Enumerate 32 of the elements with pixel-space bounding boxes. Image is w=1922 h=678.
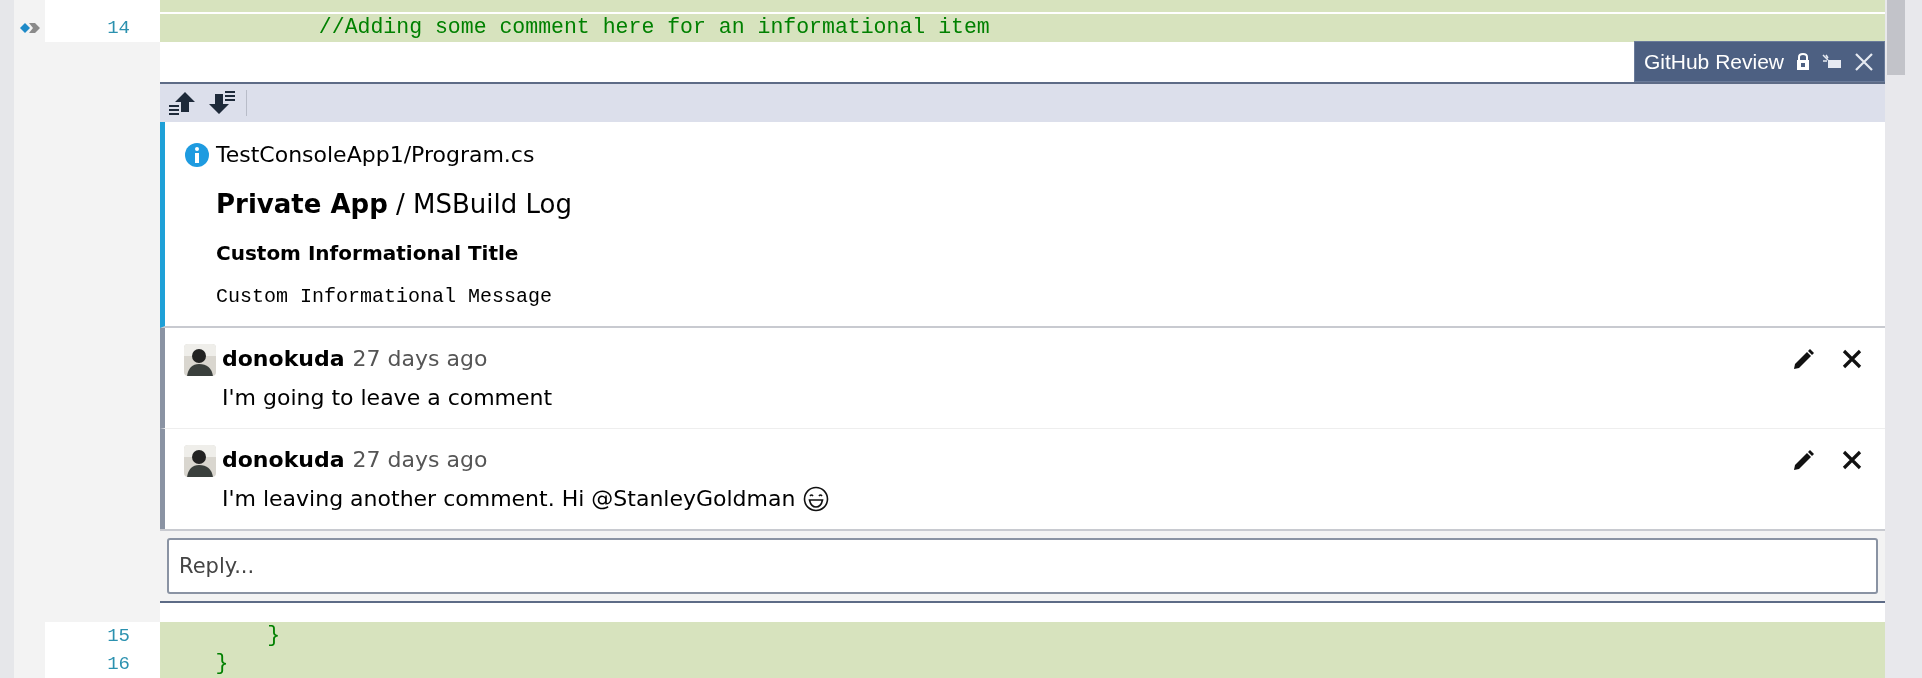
comment-text: I'm leaving another comment. Hi @StanleyGoldman [222, 485, 796, 513]
panel-tab[interactable]: GitHub Review [1633, 41, 1885, 82]
arrow-up-lines-icon [168, 90, 196, 116]
avatar [184, 445, 216, 477]
code-line: //Adding some comment here for an informational item [317, 17, 990, 39]
code-line: } [214, 653, 229, 675]
close-icon[interactable] [1854, 51, 1874, 72]
comment-author: donokuda [222, 345, 345, 373]
arrow-down-lines-icon [208, 90, 236, 116]
reply-field[interactable]: Reply... [167, 538, 1878, 594]
pencil-icon [1791, 449, 1815, 473]
annotation-title: Custom Informational Title [216, 241, 519, 265]
code-line: } [266, 625, 281, 647]
line-number: 16 [107, 651, 130, 677]
pencil-icon [1791, 348, 1815, 372]
line-number: 15 [107, 623, 130, 649]
info-icon [184, 141, 210, 168]
line-number: 14 [107, 15, 130, 41]
panel-title: GitHub Review [1643, 48, 1784, 75]
annotation-source: Private App / MSBuild Log [216, 189, 572, 219]
avatar [184, 344, 216, 376]
close-icon [1841, 449, 1863, 471]
scrollbar-thumb[interactable] [1887, 0, 1905, 75]
comment-text: I'm going to leave a comment [222, 384, 553, 412]
comment-time: 27 days ago [352, 345, 488, 373]
comment-time: 27 days ago [352, 446, 488, 474]
pin-icon[interactable] [1822, 53, 1842, 70]
close-icon [1841, 348, 1863, 370]
lock-icon [1796, 52, 1810, 71]
comment-author: donokuda [222, 446, 345, 474]
file-path: TestConsoleApp1/Program.cs [216, 141, 535, 169]
annotation-message: Custom Informational Message [216, 285, 553, 308]
